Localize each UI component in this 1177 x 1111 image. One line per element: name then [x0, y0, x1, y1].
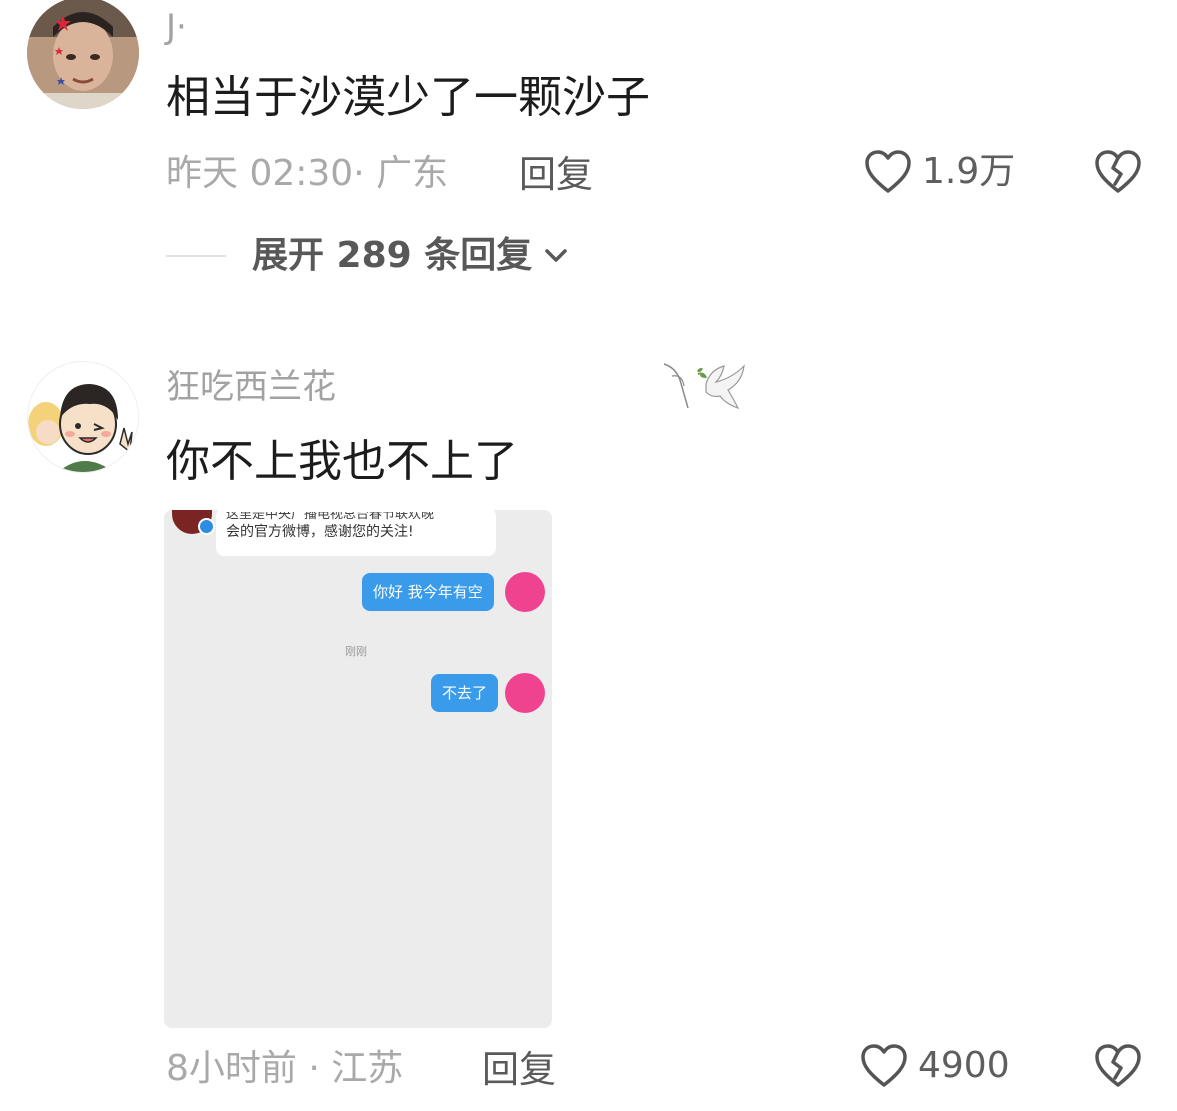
user-avatar-photo[interactable]	[27, 0, 139, 109]
expand-replies-label: 展开 289 条回复	[252, 235, 533, 276]
expand-replies-button[interactable]: 展开 289 条回复	[166, 238, 570, 274]
heart-outline-icon	[861, 1044, 907, 1087]
sender-avatar	[505, 673, 545, 713]
chevron-down-icon	[545, 249, 567, 262]
like-button[interactable]: 1.9万	[864, 150, 1015, 194]
sent-message-bubble: 不去了	[431, 674, 499, 712]
reply-button[interactable]: 回复	[519, 156, 593, 193]
comment-time-location: 8小时前 · 江苏	[166, 1048, 404, 1089]
verified-badge-icon	[198, 518, 215, 535]
official-message-line2: 会的官方微博，感谢您的关注!	[226, 524, 414, 540]
sender-avatar	[505, 572, 545, 612]
attached-chat-screenshot[interactable]: 这里是中央广播电视总台春节联欢晚 会的官方微博，感谢您的关注! 你好 我今年有空…	[164, 510, 552, 1028]
official-message: 这里是中央广播电视总台春节联欢晚 会的官方微博，感谢您的关注!	[216, 510, 496, 556]
comment-username[interactable]: 狂吃西兰花	[166, 370, 336, 404]
dove-with-olive-branch-icon	[662, 356, 752, 420]
expand-divider	[166, 255, 226, 257]
comment-text: 相当于沙漠少了一颗沙子	[166, 72, 650, 123]
broken-heart-icon	[1095, 1044, 1141, 1087]
avatar-photo-graphic	[27, 0, 139, 109]
heart-outline-icon	[865, 150, 911, 193]
comment-text: 你不上我也不上了	[166, 436, 518, 487]
message-timestamp: 刚刚	[345, 645, 367, 658]
comment-username[interactable]: J·	[166, 10, 187, 44]
official-message-line1: 这里是中央广播电视总台春节联欢晚	[226, 512, 435, 522]
like-count: 4900	[918, 1045, 1010, 1086]
cartoon-avatar[interactable]	[27, 361, 139, 473]
broken-heart-icon	[1095, 150, 1141, 193]
dislike-button[interactable]	[1094, 1044, 1142, 1092]
cartoon-avatar-graphic	[28, 362, 138, 472]
like-count: 1.9万	[922, 151, 1016, 192]
sent-message-bubble: 你好 我今年有空	[362, 573, 494, 611]
dislike-button[interactable]	[1094, 150, 1142, 198]
like-button[interactable]: 4900	[860, 1044, 1010, 1088]
reply-button[interactable]: 回复	[482, 1051, 556, 1088]
comment-time-location: 昨天 02:30· 广东	[166, 153, 449, 194]
